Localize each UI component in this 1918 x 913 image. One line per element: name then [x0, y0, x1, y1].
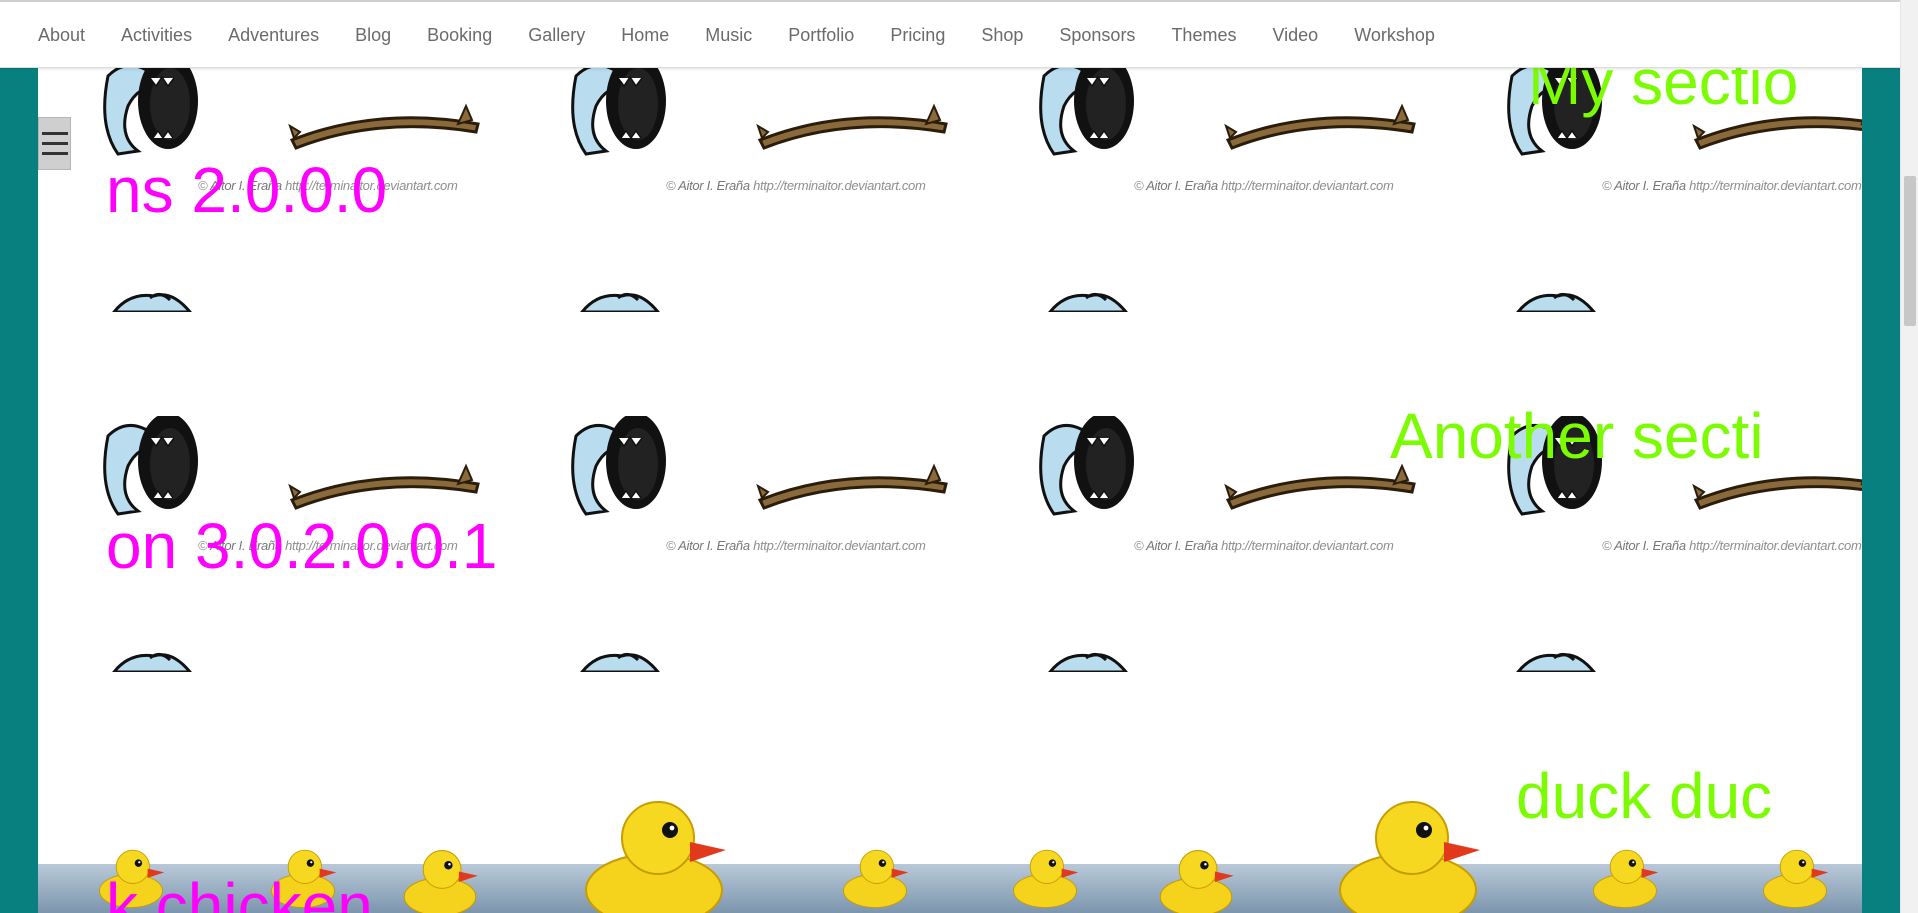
rubber-duck-icon [574, 790, 734, 913]
hamburger-line-icon [41, 142, 68, 145]
screaming-creature-icon [98, 416, 222, 516]
nav-item-activities[interactable]: Activities [103, 2, 210, 68]
nav-item-blog[interactable]: Blog [337, 2, 409, 68]
pattern-tile: © Aitor I. Eraña http://terminaitor.devi… [974, 68, 1442, 346]
creature-head-icon [1514, 648, 1598, 674]
rubber-duck-icon [398, 844, 482, 913]
stick-icon [1224, 98, 1420, 158]
section-title-magenta: k chicken [106, 870, 373, 913]
screaming-creature-icon [1034, 416, 1158, 516]
image-credit: © Aitor I. Eraña http://terminaitor.devi… [1134, 178, 1394, 193]
credit-url: http://terminaitor.deviantart.com [1689, 178, 1862, 193]
nav-item-themes[interactable]: Themes [1153, 2, 1254, 68]
credit-url: http://terminaitor.deviantart.com [1689, 538, 1862, 553]
rubber-duck-icon [1154, 844, 1238, 913]
image-credit: © Aitor I. Eraña http://terminaitor.devi… [1602, 538, 1862, 553]
stick-icon [288, 458, 484, 518]
pattern-tile: © Aitor I. Eraña http://terminaitor.devi… [506, 68, 974, 346]
creature-head-icon [1514, 288, 1598, 314]
rubber-duck-icon [1328, 790, 1488, 913]
credit-name: Aitor I. Eraña [1146, 178, 1218, 193]
creature-head-icon [1046, 648, 1130, 674]
creature-head-icon [578, 288, 662, 314]
stick-icon [288, 98, 484, 158]
right-side-panel [1862, 68, 1900, 913]
image-credit: © Aitor I. Eraña http://terminaitor.devi… [666, 178, 926, 193]
section-title-magenta: ns 2.0.0.0 [106, 154, 388, 226]
section-title-magenta: on 3.0.2.0.0.1 [106, 510, 498, 582]
image-credit: © Aitor I. Eraña http://terminaitor.devi… [1602, 178, 1862, 193]
copyright-icon: © [666, 178, 679, 193]
creature-head-icon [110, 288, 194, 314]
copyright-icon: © [1134, 538, 1147, 553]
copyright-icon: © [1602, 178, 1615, 193]
copyright-icon: © [1602, 538, 1615, 553]
hamburger-menu-button[interactable] [38, 117, 71, 170]
section-title-green: duck duc [1516, 760, 1773, 832]
nav-item-shop[interactable]: Shop [963, 2, 1041, 68]
pattern-band: © Aitor I. Eraña http://terminaitor.devi… [38, 68, 1862, 416]
nav-item-booking[interactable]: Booking [409, 2, 510, 68]
left-side-panel [0, 68, 38, 913]
nav-item-portfolio[interactable]: Portfolio [770, 2, 872, 68]
image-credit: © Aitor I. Eraña http://terminaitor.devi… [666, 538, 926, 553]
screaming-creature-icon [1034, 68, 1158, 156]
credit-name: Aitor I. Eraña [1614, 538, 1686, 553]
nav-item-music[interactable]: Music [687, 2, 770, 68]
rubber-duck-icon [1588, 844, 1662, 913]
hamburger-line-icon [41, 152, 68, 155]
top-navigation-bar: About Activities Adventures Blog Booking Gall… [0, 0, 1918, 68]
screaming-creature-icon [566, 68, 690, 156]
screaming-creature-icon [98, 68, 222, 156]
section-title-green: My sectio [1528, 68, 1799, 118]
credit-url: http://terminaitor.deviantart.com [1221, 178, 1394, 193]
stick-icon [756, 458, 952, 518]
pattern-tile: © Aitor I. Eraña http://terminaitor.devi… [506, 416, 974, 706]
nav-item-video[interactable]: Video [1254, 2, 1336, 68]
nav-item-adventures[interactable]: Adventures [210, 2, 337, 68]
nav-item-sponsors[interactable]: Sponsors [1041, 2, 1153, 68]
section-title-green: Another secti [1390, 400, 1764, 472]
nav-menu: About Activities Adventures Blog Booking Gall… [38, 2, 1453, 68]
credit-url: http://terminaitor.deviantart.com [753, 178, 926, 193]
credit-name: Aitor I. Eraña [678, 178, 750, 193]
creature-head-icon [110, 648, 194, 674]
stick-icon [756, 98, 952, 158]
screaming-creature-icon [566, 416, 690, 516]
credit-name: Aitor I. Eraña [678, 538, 750, 553]
hamburger-line-icon [41, 132, 68, 135]
nav-item-about[interactable]: About [38, 2, 103, 68]
creature-head-icon [1046, 288, 1130, 314]
vertical-scrollbar[interactable] [1900, 0, 1918, 913]
copyright-icon: © [666, 538, 679, 553]
credit-url: http://terminaitor.deviantart.com [753, 538, 926, 553]
scrollbar-thumb[interactable] [1904, 176, 1916, 326]
page-content: © Aitor I. Eraña http://terminaitor.devi… [38, 68, 1862, 913]
pattern-tile: © Aitor I. Eraña http://terminaitor.devi… [974, 416, 1442, 706]
rubber-duck-icon [838, 844, 912, 913]
nav-item-pricing[interactable]: Pricing [872, 2, 963, 68]
credit-name: Aitor I. Eraña [1614, 178, 1686, 193]
copyright-icon: © [1134, 178, 1147, 193]
rubber-duck-icon [1758, 844, 1832, 913]
credit-name: Aitor I. Eraña [1146, 538, 1218, 553]
image-credit: © Aitor I. Eraña http://terminaitor.devi… [1134, 538, 1394, 553]
credit-url: http://terminaitor.deviantart.com [1221, 538, 1394, 553]
nav-item-gallery[interactable]: Gallery [510, 2, 603, 68]
nav-item-workshop[interactable]: Workshop [1336, 2, 1453, 68]
rubber-duck-icon [1008, 844, 1082, 913]
creature-head-icon [578, 648, 662, 674]
nav-item-home[interactable]: Home [603, 2, 687, 68]
